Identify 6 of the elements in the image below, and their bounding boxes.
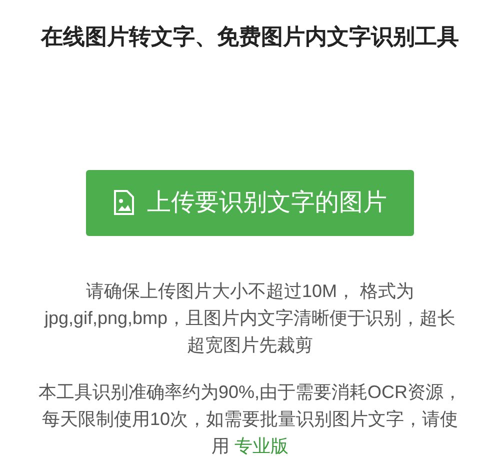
pro-version-link[interactable]: 专业版 bbox=[234, 436, 288, 456]
usage-info: 本工具识别准确率约为90%,由于需要消耗OCR资源， 每天限制使用10次，如需要批量识别图片文字，请使 用 专业版 bbox=[38, 381, 462, 458]
page-title: 在线图片转文字、免费图片内文字识别工具 bbox=[41, 23, 459, 51]
image-file-icon bbox=[113, 190, 135, 216]
upload-button[interactable]: 上传要识别文字的图片 bbox=[86, 170, 414, 236]
upload-note: 请确保上传图片大小不超过10M， 格式为 jpg,gif,png,bmp，且图片内文字清晰便于识别，超长 超宽图片先裁剪 bbox=[44, 280, 456, 357]
